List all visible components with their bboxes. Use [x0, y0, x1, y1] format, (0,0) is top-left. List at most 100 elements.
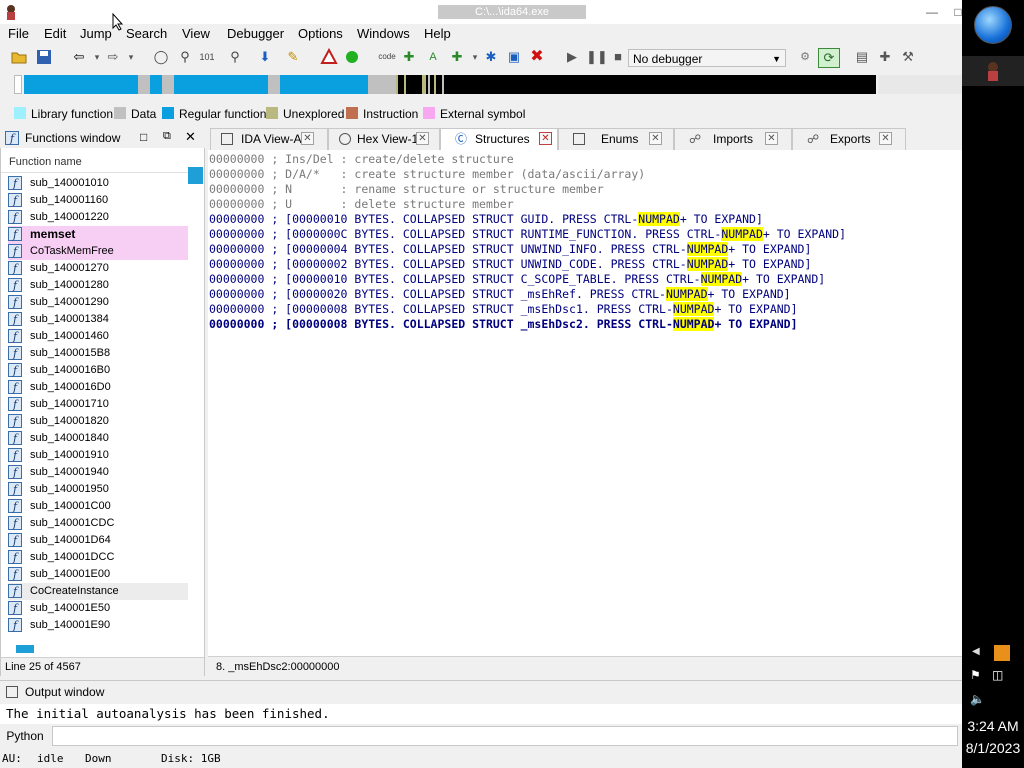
code-icon[interactable]: code	[378, 48, 396, 66]
close-icon[interactable]: ✕	[765, 132, 778, 145]
green-circle-icon[interactable]	[343, 48, 361, 66]
close-icon[interactable]: ✕	[539, 132, 552, 145]
back-arrow-icon[interactable]: ⇦	[70, 48, 88, 66]
function-list-item[interactable]: f sub_140001270	[8, 260, 188, 277]
save-icon[interactable]	[35, 48, 53, 66]
tracing-icon[interactable]: ✚	[876, 48, 894, 66]
function-list-item[interactable]: f sub_140001940	[8, 464, 188, 481]
function-list-item[interactable]: f sub_140001840	[8, 430, 188, 447]
search-binary-icon[interactable]: 101	[198, 48, 216, 66]
structures-view[interactable]: 00000000 ; Ins/Del : create/delete struc…	[208, 150, 962, 656]
tab-ida-view-a[interactable]: IDA View-A ✕	[210, 128, 328, 150]
minimize-icon[interactable]: —	[924, 4, 940, 20]
switch-debugger-icon[interactable]: ⟳	[818, 48, 840, 68]
close-icon[interactable]: ✕	[185, 129, 196, 145]
function-list-item[interactable]: f sub_140001290	[8, 294, 188, 311]
function-list-item[interactable]: f sub_140001E50	[8, 600, 188, 617]
tab-exports[interactable]: ☍ Exports ✕	[792, 128, 906, 150]
function-list-item[interactable]: f sub_1400016B0	[8, 362, 188, 379]
graph-icon[interactable]	[320, 47, 338, 66]
forward-dropdown-icon[interactable]: ▾	[122, 48, 140, 66]
menu-edit[interactable]: Edit	[44, 26, 66, 42]
undefine-x-icon[interactable]: ✖	[528, 48, 546, 66]
function-list-item[interactable]: f sub_140001CDC	[8, 515, 188, 532]
horizontal-scroll-thumb[interactable]	[14, 643, 36, 655]
taskbar-app-ida[interactable]	[962, 56, 1024, 86]
nav-band-scroll[interactable]	[878, 75, 962, 94]
ida-app-icon[interactable]	[4, 4, 18, 20]
function-list-item[interactable]: f CoTaskMemFree	[8, 243, 188, 260]
menu-windows[interactable]: Windows	[357, 26, 410, 42]
network-icon[interactable]: ◫	[992, 668, 1003, 682]
close-icon[interactable]: ✕	[879, 132, 892, 145]
make-array-icon[interactable]: ✚	[448, 48, 466, 66]
menu-view[interactable]: View	[182, 26, 210, 42]
function-list-item[interactable]: f sub_140001010	[8, 175, 188, 192]
python-language-button[interactable]: Python	[1, 726, 49, 746]
flag-icon[interactable]: ⚑	[970, 668, 981, 682]
clock-date[interactable]: 8/1/2023	[962, 740, 1024, 756]
collapsed-struct-line[interactable]: 00000000 ; [00000010 BYTES. COLLAPSED ST…	[209, 212, 763, 227]
search-text-icon[interactable]: ⚲	[176, 48, 194, 66]
close-icon[interactable]: ✕	[301, 132, 314, 145]
debugger-select[interactable]: No debugger ▼	[628, 49, 786, 67]
function-list-item[interactable]: f sub_140001C00	[8, 498, 188, 515]
function-list-item[interactable]: f sub_140001280	[8, 277, 188, 294]
command-input[interactable]	[52, 726, 958, 746]
function-list-item[interactable]: f sub_140001910	[8, 447, 188, 464]
float-icon[interactable]: ⧉	[163, 130, 171, 143]
menu-debugger[interactable]: Debugger	[227, 26, 284, 42]
menu-help[interactable]: Help	[424, 26, 451, 42]
collapsed-struct-line[interactable]: 00000000 ; [00000002 BYTES. COLLAPSED ST…	[209, 257, 811, 272]
function-list-item[interactable]: f CoCreateInstance	[8, 583, 188, 600]
clock-time[interactable]: 3:24 AM	[962, 718, 1024, 734]
binoculars-icon[interactable]: ◯	[152, 48, 170, 66]
pause-icon[interactable]: ❚❚	[586, 48, 608, 66]
output-window[interactable]: The initial autoanalysis has been finish…	[0, 704, 962, 724]
function-list-item[interactable]: f sub_140001DCC	[8, 549, 188, 566]
search-next-icon[interactable]: ⚲	[226, 48, 244, 66]
start-debugger-icon[interactable]: ▶	[563, 48, 581, 66]
function-list-item[interactable]: f sub_140001950	[8, 481, 188, 498]
tray-expand-icon[interactable]: ◀	[972, 646, 980, 657]
debugger-options-icon[interactable]: ⚙	[796, 48, 814, 66]
function-list-item[interactable]: f sub_1400016D0	[8, 379, 188, 396]
collapsed-struct-line[interactable]: 00000000 ; [00000008 BYTES. COLLAPSED ST…	[209, 317, 798, 332]
tray-app-icon[interactable]	[994, 645, 1010, 661]
navigation-band[interactable]	[24, 75, 876, 94]
collapsed-struct-line[interactable]: 00000000 ; [00000008 BYTES. COLLAPSED ST…	[209, 302, 798, 317]
tab-hex-view-1[interactable]: Hex View-1 ✕	[328, 128, 440, 150]
function-list-item[interactable]: f sub_140001384	[8, 311, 188, 328]
collapsed-struct-line[interactable]: 00000000 ; [00000010 BYTES. COLLAPSED ST…	[209, 272, 825, 287]
manual-icon[interactable]: ▣	[505, 48, 523, 66]
forward-arrow-icon[interactable]: ⇨	[104, 48, 122, 66]
jump-down-icon[interactable]: ⬇	[256, 48, 274, 66]
function-list-item[interactable]: f sub_140001160	[8, 192, 188, 209]
function-list-item[interactable]: f sub_140001220	[8, 209, 188, 226]
function-list-item[interactable]: f sub_140001710	[8, 396, 188, 413]
make-data-icon[interactable]: ✚	[400, 48, 418, 66]
function-list-item[interactable]: f memset	[8, 226, 188, 243]
struct-var-icon[interactable]: ✱	[482, 48, 500, 66]
collapsed-struct-line[interactable]: 00000000 ; [0000000C BYTES. COLLAPSED ST…	[209, 227, 846, 242]
menu-options[interactable]: Options	[298, 26, 343, 42]
tab-enums[interactable]: Enums ✕	[558, 128, 674, 150]
restore-icon[interactable]: □	[140, 130, 147, 144]
close-icon[interactable]: ✕	[416, 132, 429, 145]
collapsed-struct-line[interactable]: 00000000 ; [00000020 BYTES. COLLAPSED ST…	[209, 287, 791, 302]
function-list-item[interactable]: f sub_140001E90	[8, 617, 188, 634]
function-list-item[interactable]: f sub_1400015B8	[8, 345, 188, 362]
function-list-item[interactable]: f sub_140001820	[8, 413, 188, 430]
nav-band-left-arrow[interactable]	[14, 75, 22, 94]
menu-jump[interactable]: Jump	[80, 26, 112, 42]
tab-structures[interactable]: Ⓒ Structures ✕	[440, 128, 558, 150]
start-button-icon[interactable]	[974, 6, 1012, 44]
menu-search[interactable]: Search	[126, 26, 167, 42]
functions-column-header[interactable]: Function name	[1, 152, 203, 173]
breakpoints-icon[interactable]: ▤	[853, 48, 871, 66]
tools-icon[interactable]: ⚒	[899, 48, 917, 66]
menu-file[interactable]: File	[8, 26, 29, 42]
function-list-item[interactable]: f sub_140001E00	[8, 566, 188, 583]
close-icon[interactable]: ✕	[649, 132, 662, 145]
function-list-item[interactable]: f sub_140001460	[8, 328, 188, 345]
